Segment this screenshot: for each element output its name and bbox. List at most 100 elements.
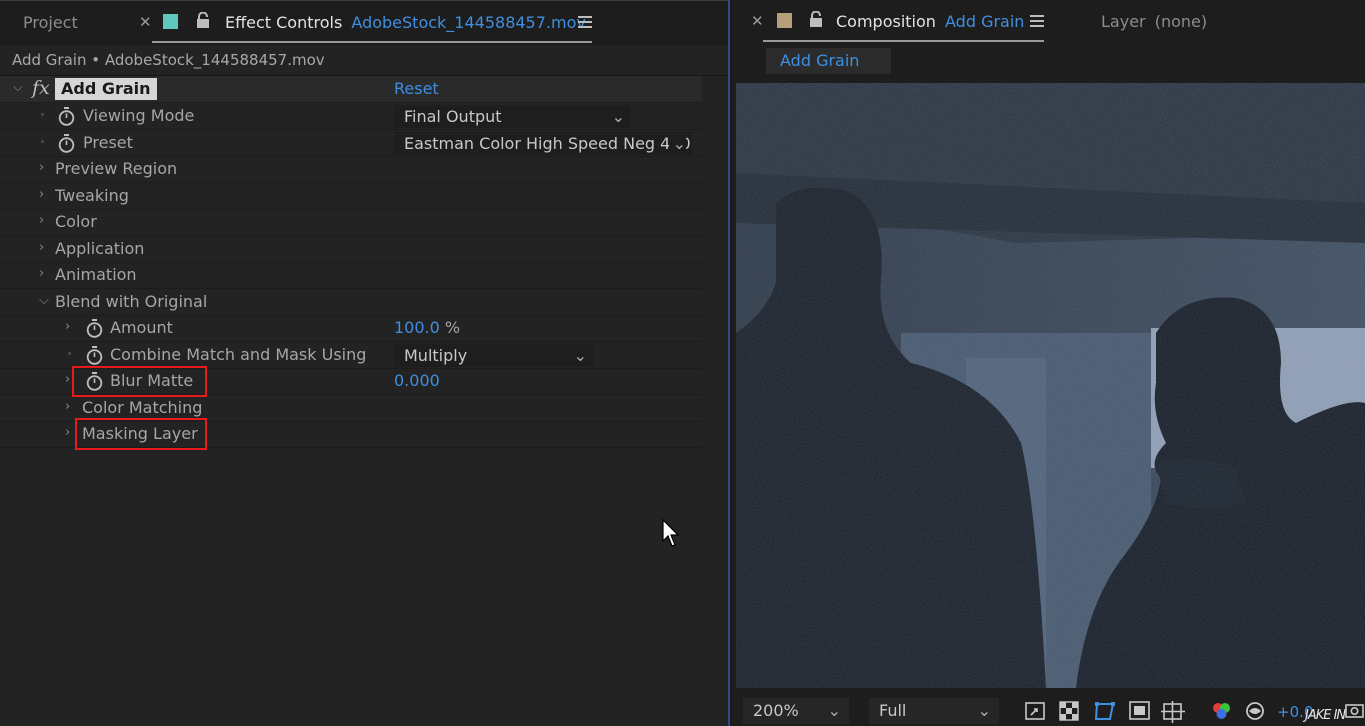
chevron-down-icon[interactable]: ⌵ [39, 293, 51, 309]
zoom-value: 200% [753, 701, 799, 720]
preview-region-label: Preview Region [55, 159, 177, 178]
chevron-down-icon: ⌄ [574, 344, 587, 367]
stopwatch-icon[interactable] [86, 319, 103, 338]
tab-project-label: Project [23, 13, 78, 32]
fx-icon[interactable]: fx [32, 77, 50, 99]
grid-guides-icon[interactable] [1161, 701, 1185, 723]
amount-label: Amount [110, 318, 173, 337]
viewer-toolbar: 200% ⌄ Full ⌄ [733, 690, 1365, 726]
group-row-application[interactable]: › Application [0, 236, 702, 263]
combine-dropdown[interactable]: Multiply ⌄ [394, 344, 593, 367]
blur-matte-value[interactable]: 0.000 [394, 371, 440, 390]
chevron-right-icon[interactable]: › [39, 266, 51, 282]
tab-layer-value: (none) [1155, 12, 1207, 31]
label-color-swatch[interactable] [163, 14, 178, 29]
chevron-right-icon[interactable]: › [39, 187, 51, 203]
tab-effect-controls[interactable]: Effect Controls AdobeStock_144588457.mov [225, 1, 586, 45]
chevron-right-icon[interactable]: › [39, 240, 51, 256]
tab-composition-name: Add Grain [945, 12, 1024, 31]
application-label: Application [55, 239, 144, 258]
stopwatch-icon[interactable] [86, 346, 103, 365]
effect-name[interactable]: Add Grain [55, 78, 157, 100]
group-row-tweaking[interactable]: › Tweaking [0, 183, 702, 210]
snapshot-region-icon[interactable] [1025, 701, 1047, 721]
effect-header-row[interactable]: ⌵ fx Add Grain Reset [0, 76, 702, 103]
mouse-cursor-icon [662, 519, 682, 549]
viewing-mode-dropdown[interactable]: Final Output ⌄ [394, 105, 631, 128]
tab-layer-label: Layer [1101, 12, 1146, 31]
color-label: Color [55, 212, 97, 231]
breadcrumb[interactable]: Add Grain [766, 48, 891, 74]
zoom-dropdown[interactable]: 200% ⌄ [743, 698, 849, 724]
composition-viewer[interactable] [736, 83, 1365, 688]
tab-layer[interactable]: Layer (none) [1101, 0, 1207, 44]
camera-snapshot-icon[interactable] [1345, 701, 1365, 719]
chevron-right-icon[interactable]: › [65, 319, 77, 335]
highlight-box-blur-matte [72, 366, 207, 397]
active-tab-underline [763, 40, 1044, 42]
preset-label: Preset [83, 133, 133, 152]
panel-menu-icon[interactable] [578, 16, 592, 31]
group-row-preview-region[interactable]: › Preview Region [0, 156, 702, 183]
lock-icon[interactable] [809, 11, 823, 28]
tab-effect-controls-file: AdobeStock_144588457.mov [351, 13, 585, 32]
tab-project[interactable]: Project [23, 1, 78, 45]
row-dot [41, 113, 44, 116]
property-row-amount: › Amount 100.0 % [0, 315, 702, 342]
chevron-down-icon: ⌄ [828, 698, 841, 724]
active-tab-underline [152, 41, 592, 43]
close-icon[interactable]: ✕ [751, 12, 764, 30]
reset-link[interactable]: Reset [394, 79, 439, 98]
group-row-animation[interactable]: › Animation [0, 262, 702, 289]
composition-panel: ✕ Composition Add Grain Layer (none) Add… [733, 0, 1365, 726]
group-row-color[interactable]: › Color [0, 209, 702, 236]
tab-effect-controls-label: Effect Controls [225, 13, 342, 32]
watermark-text: JAKE IN [1305, 708, 1345, 723]
reset-exposure-icon[interactable] [1245, 701, 1267, 721]
chevron-right-icon[interactable]: › [39, 160, 51, 176]
chevron-down-icon: ⌄ [612, 105, 625, 128]
row-dot [68, 352, 71, 355]
property-row-combine: Combine Match and Mask Using Multiply ⌄ [0, 342, 702, 369]
preset-value: Eastman Color High Speed Neg 400 [404, 134, 691, 153]
viewing-mode-value: Final Output [404, 107, 502, 126]
stopwatch-icon[interactable] [58, 134, 75, 153]
left-tab-bar: Project ✕ Effect Controls AdobeStock_144… [0, 1, 728, 45]
footage-frame [736, 83, 1365, 688]
preset-dropdown[interactable]: Eastman Color High Speed Neg 400 ⌄ [394, 132, 692, 155]
safe-zones-icon[interactable] [1129, 701, 1151, 721]
tab-composition-label: Composition [836, 12, 936, 31]
resolution-dropdown[interactable]: Full ⌄ [869, 698, 999, 724]
amount-unit: % [445, 318, 460, 337]
mask-path-icon[interactable] [1093, 701, 1117, 723]
property-row-viewing-mode: Viewing Mode Final Output ⌄ [0, 103, 702, 130]
chevron-down-icon: ⌄ [669, 132, 686, 155]
close-icon[interactable]: ✕ [139, 13, 152, 31]
property-row-preset: Preset Eastman Color High Speed Neg 400 … [0, 130, 702, 157]
combine-label: Combine Match and Mask Using [110, 345, 366, 364]
panel-menu-icon[interactable] [1030, 15, 1044, 30]
chevron-down-icon[interactable]: ⌵ [13, 80, 25, 96]
resolution-value: Full [879, 701, 906, 720]
combine-value: Multiply [404, 346, 467, 365]
label-color-swatch[interactable] [777, 13, 792, 28]
stopwatch-icon[interactable] [58, 107, 75, 126]
color-channels-icon[interactable] [1211, 701, 1233, 721]
color-matching-label: Color Matching [82, 398, 202, 417]
group-row-blend-with-original[interactable]: ⌵ Blend with Original [0, 289, 702, 316]
row-dot [41, 140, 44, 143]
tweaking-label: Tweaking [55, 186, 129, 205]
effect-controls-panel: Project ✕ Effect Controls AdobeStock_144… [0, 0, 730, 726]
tab-composition[interactable]: Composition Add Grain [836, 0, 1024, 44]
blend-with-original-label: Blend with Original [55, 292, 207, 311]
right-tab-bar: ✕ Composition Add Grain Layer (none) [733, 0, 1365, 44]
chevron-down-icon: ⌄ [978, 698, 991, 724]
chevron-right-icon[interactable]: › [65, 399, 77, 415]
transparency-grid-icon[interactable] [1059, 701, 1081, 721]
lock-icon[interactable] [196, 12, 210, 29]
animation-label: Animation [55, 265, 137, 284]
viewing-mode-label: Viewing Mode [83, 106, 194, 125]
amount-number[interactable]: 100.0 [394, 318, 440, 337]
chevron-right-icon[interactable]: › [39, 213, 51, 229]
amount-value[interactable]: 100.0 % [394, 318, 460, 337]
